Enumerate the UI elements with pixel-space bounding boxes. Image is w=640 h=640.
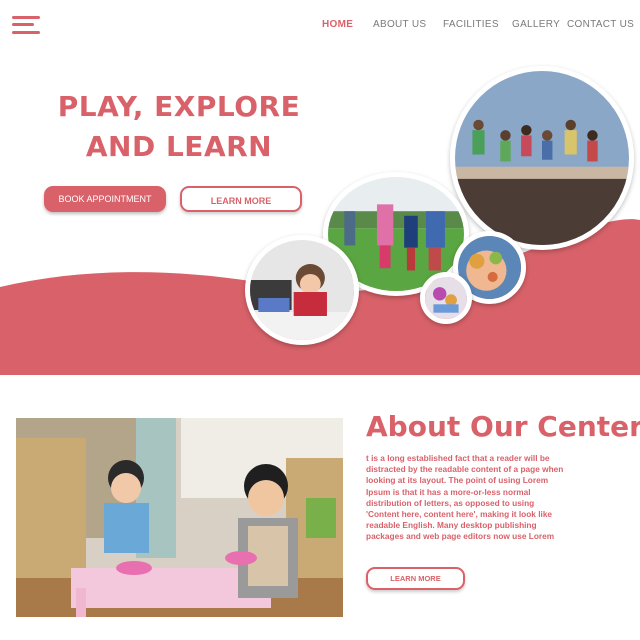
nav-item-facilities[interactable]: FACILITIES bbox=[443, 19, 499, 30]
about-title: About Our Center bbox=[366, 410, 640, 443]
kids-jumping-photo bbox=[450, 66, 634, 250]
hero-title-line-1: PLAY, EXPLORE bbox=[57, 90, 301, 123]
girl-playing-photo bbox=[245, 235, 359, 345]
nav-item-gallery[interactable]: GALLERY bbox=[512, 19, 560, 30]
nav-item-contact-us[interactable]: CONTACT US bbox=[567, 19, 634, 30]
about-description: t is a long established fact that a read… bbox=[366, 453, 564, 542]
about-learn-more-button[interactable]: LEARN MORE bbox=[366, 567, 465, 590]
hero-title-line-2: AND LEARN bbox=[85, 130, 273, 163]
top-navigation-bar: HOME ABOUT US FACILITIES GALLERY CONTACT… bbox=[0, 0, 640, 50]
hamburger-menu-icon[interactable] bbox=[12, 14, 40, 36]
book-appointment-button[interactable]: BOOK APPOINTMENT bbox=[44, 186, 166, 212]
nav-item-home[interactable]: HOME bbox=[322, 19, 353, 30]
kids-crafts-photo bbox=[420, 272, 472, 324]
hero-learn-more-button[interactable]: LEARN MORE bbox=[180, 186, 302, 212]
classroom-photo bbox=[16, 418, 343, 617]
nav-item-about-us[interactable]: ABOUT US bbox=[373, 19, 426, 30]
